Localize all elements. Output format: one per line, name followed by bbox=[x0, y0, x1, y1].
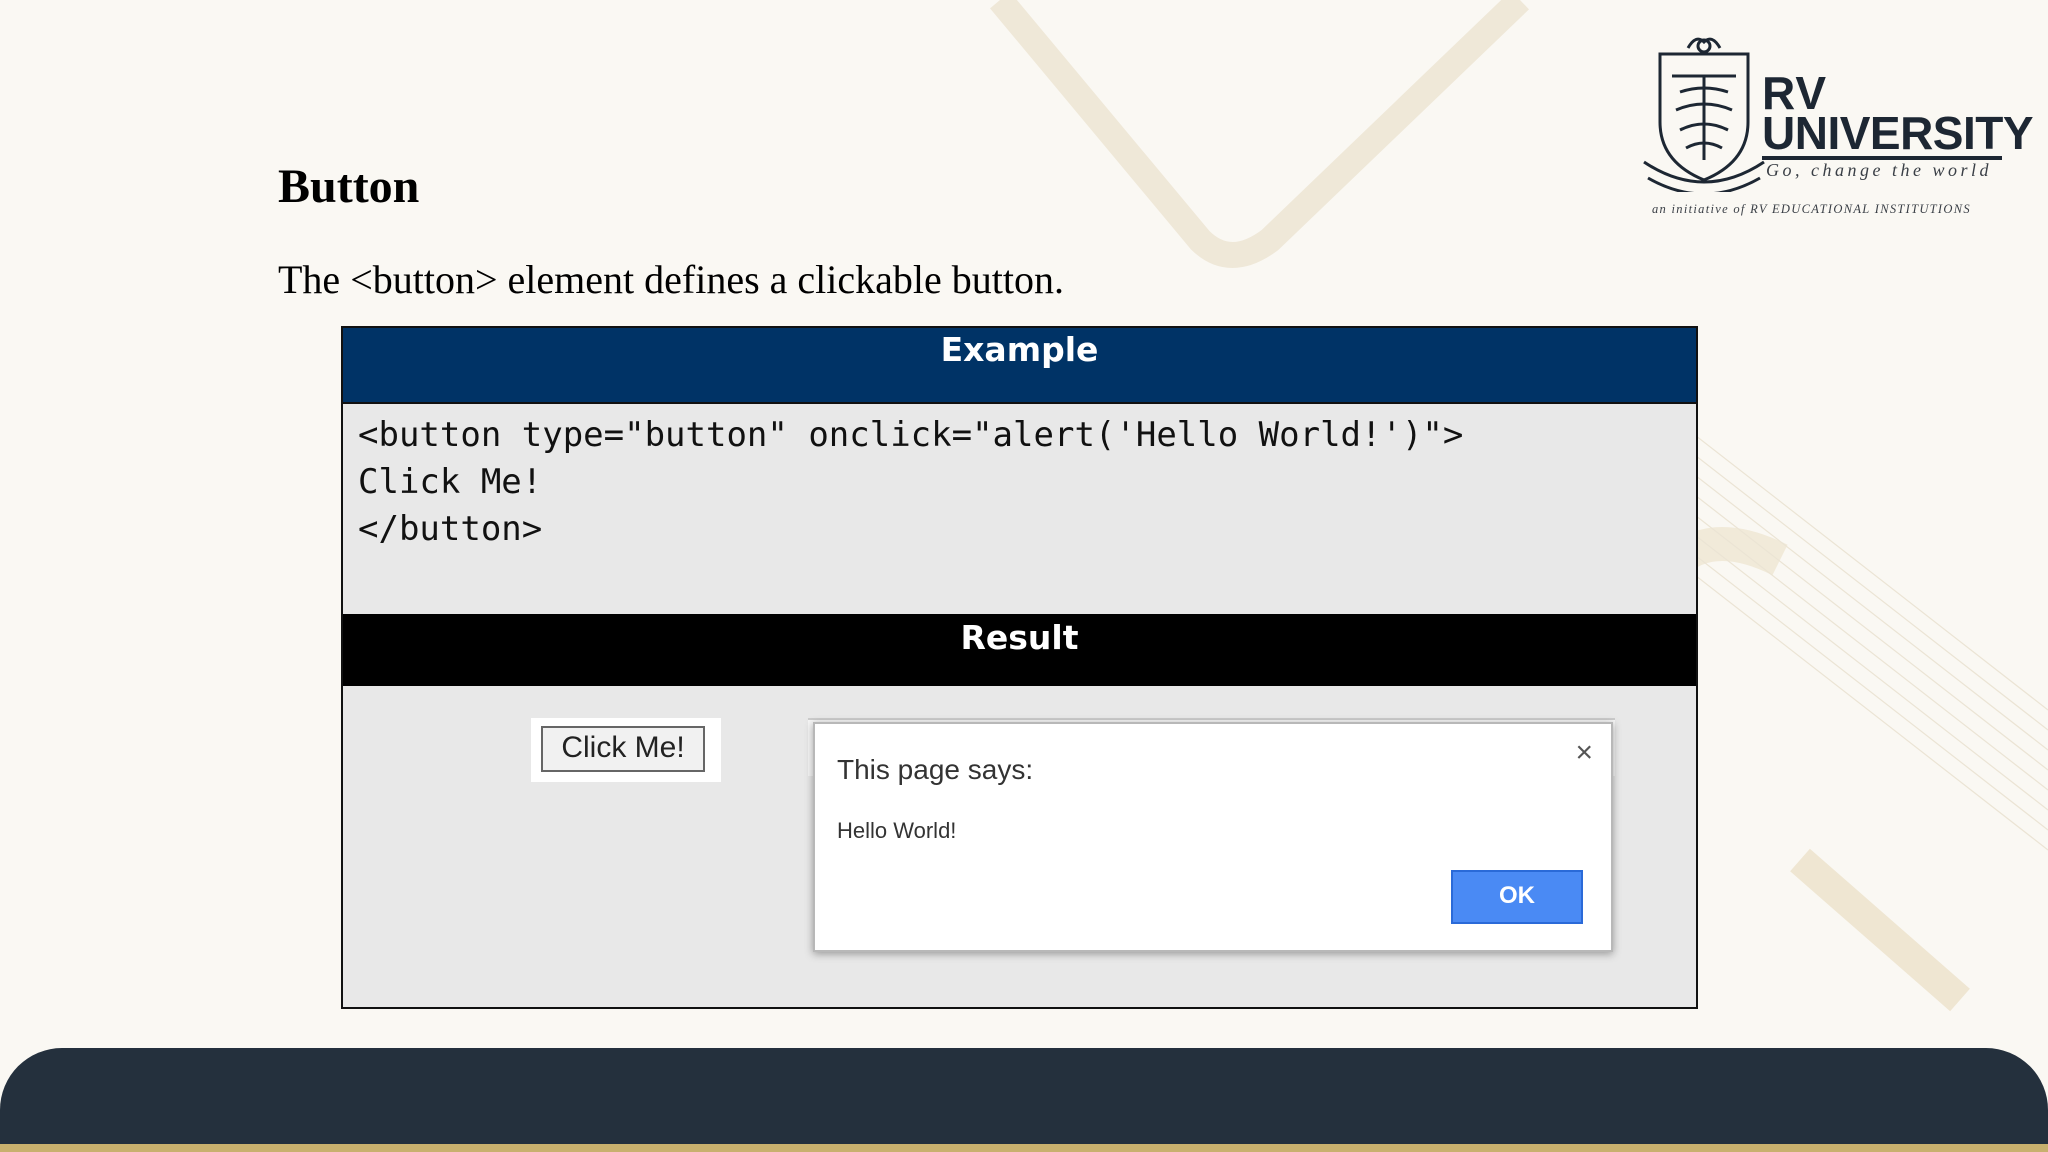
footer-bar bbox=[0, 1048, 2048, 1152]
logo-tagline: Go, change the world bbox=[1766, 160, 1992, 180]
example-header: Example bbox=[343, 328, 1696, 404]
close-icon[interactable]: × bbox=[1575, 738, 1593, 768]
click-me-button[interactable]: Click Me! bbox=[541, 726, 705, 772]
result-header: Result bbox=[343, 614, 1696, 686]
logo-name-university: UNIVERSITY bbox=[1762, 107, 2034, 159]
alert-dialog: This page says: × Hello World! OK bbox=[813, 722, 1613, 952]
ok-button[interactable]: OK bbox=[1451, 870, 1583, 924]
result-area: Click Me! This page says: × Hello World!… bbox=[343, 686, 1696, 1007]
demo-button-frame: Click Me! bbox=[531, 718, 721, 782]
logo-initiative-text: an initiative of RV EDUCATIONAL INSTITUT… bbox=[1652, 202, 1971, 216]
rv-university-logo: RV UNIVERSITY Go, change the world an in… bbox=[1640, 32, 2034, 222]
code-block: <button type="button" onclick="alert('He… bbox=[358, 415, 1464, 549]
slide-title: Button bbox=[278, 160, 420, 213]
university-emblem-icon bbox=[1643, 37, 1765, 192]
slide-description: The <button> element defines a clickable… bbox=[278, 257, 1064, 302]
example-table: Example <button type="button" onclick="a… bbox=[341, 326, 1698, 1009]
footer-accent-line bbox=[0, 1144, 2048, 1152]
dialog-message: Hello World! bbox=[837, 818, 957, 843]
dialog-title: This page says: bbox=[837, 754, 1034, 785]
